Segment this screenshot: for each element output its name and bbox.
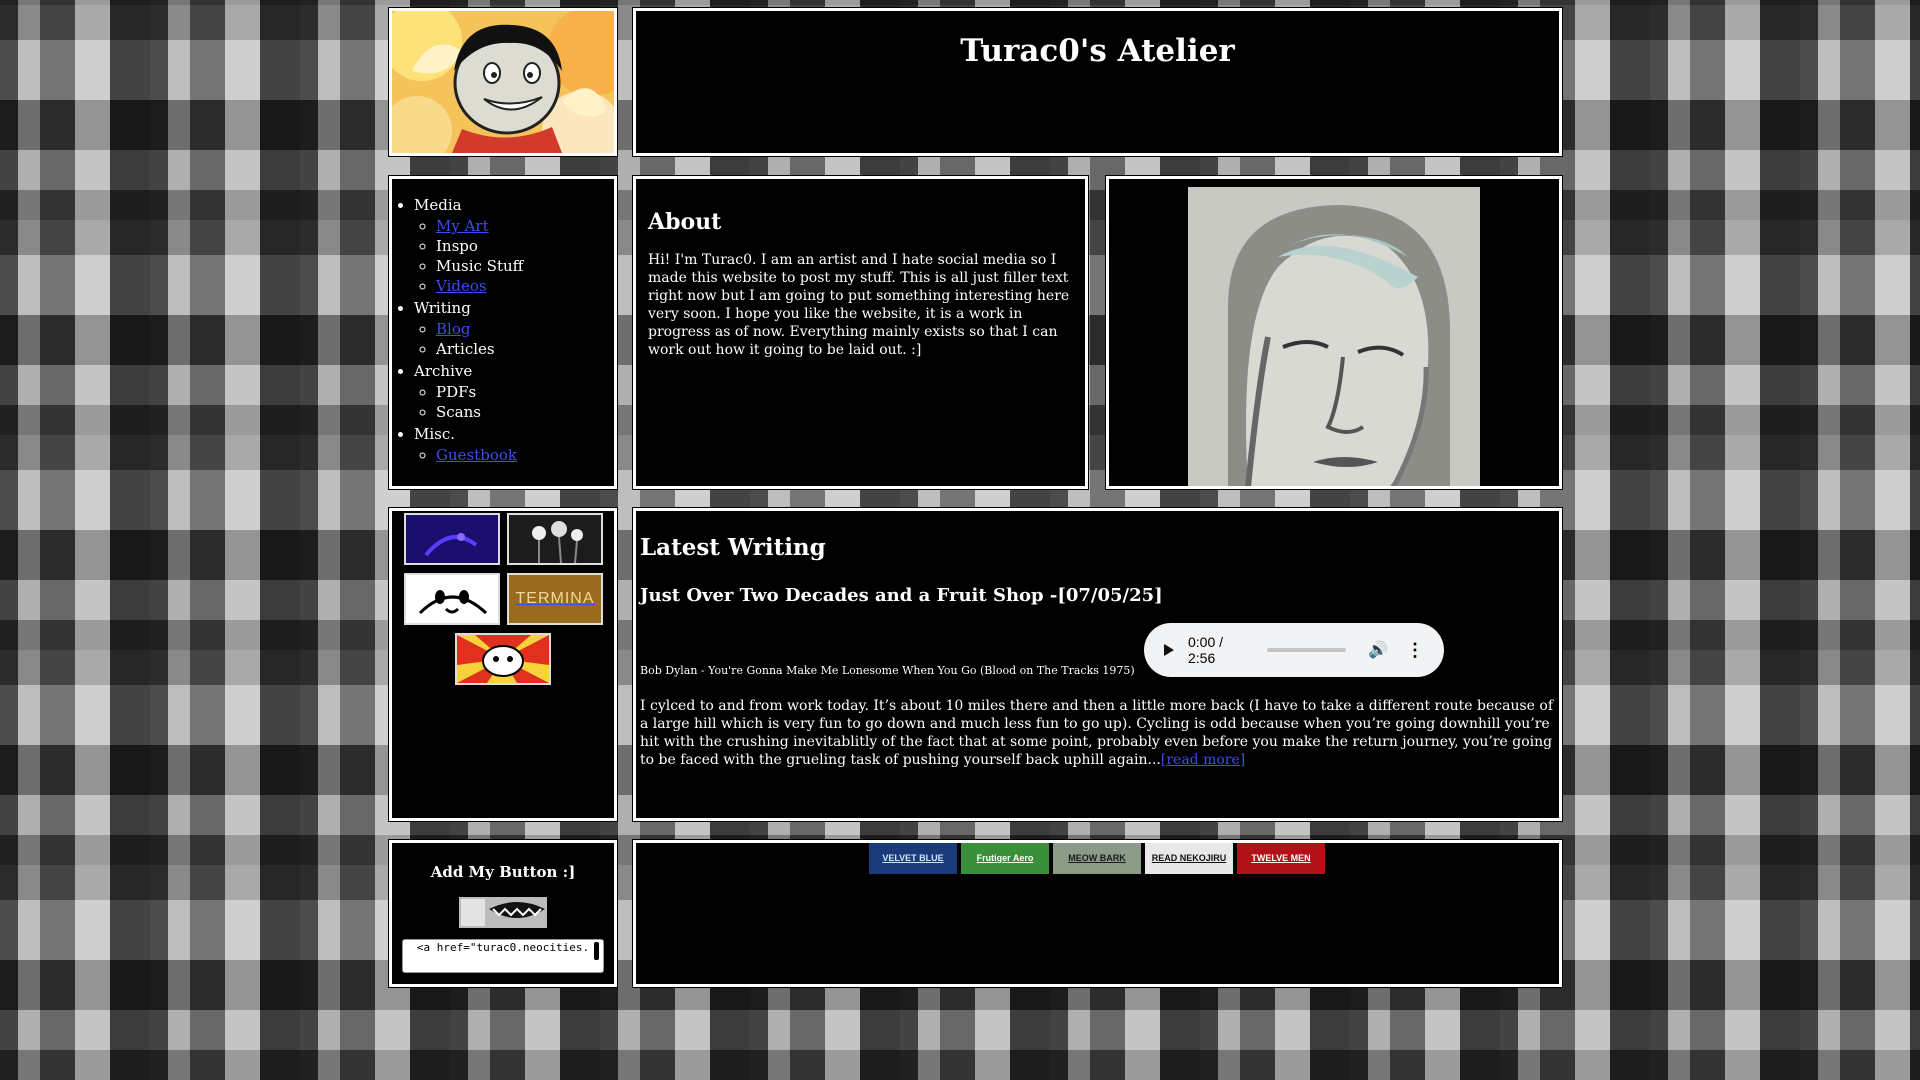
nav-section-media: Media My Art Inspo Music Stuff Videos bbox=[414, 195, 614, 296]
my-site-button-image[interactable] bbox=[459, 897, 547, 928]
nav-item-music-stuff: Music Stuff bbox=[436, 256, 614, 276]
embed-code-text: <a href="turac0.neocities. bbox=[416, 941, 590, 954]
cartoon-character-illustration bbox=[392, 11, 614, 153]
audio-player[interactable]: 0:00 / 2:56 🔊 ⋮ bbox=[1144, 623, 1444, 677]
nav-section-misc: Misc. Guestbook bbox=[414, 424, 614, 465]
about-panel: About Hi! I'm Turac0. I am an artist and… bbox=[632, 175, 1089, 490]
nav-link-my-art[interactable]: My Art bbox=[436, 217, 489, 235]
audio-time: 0:00 / 2:56 bbox=[1188, 634, 1224, 666]
read-nekojiru-label: READ NEKOJIRU bbox=[1151, 853, 1227, 863]
post-title: Just Over Two Decades and a Fruit Shop -… bbox=[640, 585, 1163, 606]
post-excerpt-text: I cylced to and from work today. It’s ab… bbox=[640, 698, 1554, 768]
nav-item-pdfs: PDFs bbox=[436, 382, 614, 402]
header-logo-image bbox=[388, 7, 618, 157]
nav-section-writing: Writing Blog Articles bbox=[414, 298, 614, 359]
termina-button[interactable]: TERMINA bbox=[507, 573, 603, 625]
termina-label: TERMINA bbox=[515, 590, 595, 607]
navigation-panel: Media My Art Inspo Music Stuff Videos Wr… bbox=[388, 175, 618, 490]
twelve-men-button[interactable]: TWELVE MEN bbox=[1237, 843, 1325, 874]
title-panel: Turac0's Atelier bbox=[632, 7, 1563, 157]
nav-item-scans: Scans bbox=[436, 402, 614, 422]
nav-item-articles: Articles bbox=[436, 339, 614, 359]
nav-item-inspo: Inspo bbox=[436, 236, 614, 256]
read-more-link[interactable]: [read more] bbox=[1161, 752, 1245, 768]
link-buttons-panel: VELVET BLUE Frutiger Aero Archive MEOW B… bbox=[632, 839, 1563, 988]
add-my-button-panel: Add My Button :] <a href="turac0.neociti… bbox=[388, 839, 618, 988]
nav-section-archive: Archive PDFs Scans bbox=[414, 361, 614, 422]
frutiger-aero-archive-label: Frutiger Aero Archive bbox=[976, 853, 1034, 863]
velvet-blue-label: VELVET BLUE bbox=[882, 853, 944, 863]
latest-writing-panel: Latest Writing Just Over Two Decades and… bbox=[632, 507, 1563, 822]
button-collection-panel: TERMINA bbox=[388, 507, 618, 822]
portrait-panel bbox=[1105, 175, 1563, 490]
nav-section-label: Archive bbox=[414, 362, 473, 380]
site-title: Turac0's Atelier bbox=[960, 33, 1235, 69]
latest-writing-heading: Latest Writing bbox=[640, 534, 826, 561]
nav-link-guestbook[interactable]: Guestbook bbox=[436, 446, 517, 464]
read-nekojiru-button[interactable]: READ NEKOJIRU bbox=[1145, 843, 1233, 874]
nav-section-label: Media bbox=[414, 196, 462, 214]
about-heading: About bbox=[648, 209, 722, 235]
play-icon[interactable] bbox=[1164, 644, 1174, 656]
meow-bark-label: MEOW BARK bbox=[1068, 853, 1126, 863]
about-text: Hi! I'm Turac0. I am an artist and I hat… bbox=[648, 252, 1070, 358]
sunburst-cat-image bbox=[457, 635, 549, 683]
meow-bark-button[interactable]: MEOW BARK bbox=[1053, 843, 1141, 874]
textarea-scrollbar[interactable] bbox=[594, 942, 599, 960]
velvet-blue-button[interactable]: VELVET BLUE bbox=[869, 843, 957, 874]
twelve-men-label: TWELVE MEN bbox=[1251, 853, 1311, 863]
more-options-icon[interactable]: ⋮ bbox=[1406, 641, 1424, 659]
white-flowers-image bbox=[509, 515, 601, 563]
nav-list: Media My Art Inspo Music Stuff Videos Wr… bbox=[392, 195, 614, 465]
frutiger-aero-archive-button[interactable]: Frutiger Aero Archive bbox=[961, 843, 1049, 874]
song-caption: Bob Dylan - You're Gonna Make Me Lonesom… bbox=[640, 664, 1135, 677]
add-button-heading: Add My Button :] bbox=[430, 863, 576, 881]
purple-night-image bbox=[406, 515, 498, 563]
post-excerpt: I cylced to and from work today. It’s ab… bbox=[640, 697, 1555, 769]
embed-code-textarea[interactable]: <a href="turac0.neocities. bbox=[402, 939, 604, 973]
cat-face-button[interactable] bbox=[404, 573, 500, 625]
nav-section-label: Misc. bbox=[414, 425, 456, 443]
purple-night-button[interactable] bbox=[404, 513, 500, 565]
portrait-painting-image bbox=[1188, 187, 1480, 486]
audio-progress-bar[interactable] bbox=[1267, 648, 1347, 652]
sunburst-cat-button[interactable] bbox=[455, 633, 551, 685]
cat-face-image bbox=[406, 575, 498, 623]
volume-icon[interactable]: 🔊 bbox=[1368, 640, 1388, 660]
nav-link-blog[interactable]: Blog bbox=[436, 320, 470, 338]
nav-link-videos[interactable]: Videos bbox=[436, 277, 487, 295]
nav-section-label: Writing bbox=[414, 299, 471, 317]
white-flowers-button[interactable] bbox=[507, 513, 603, 565]
